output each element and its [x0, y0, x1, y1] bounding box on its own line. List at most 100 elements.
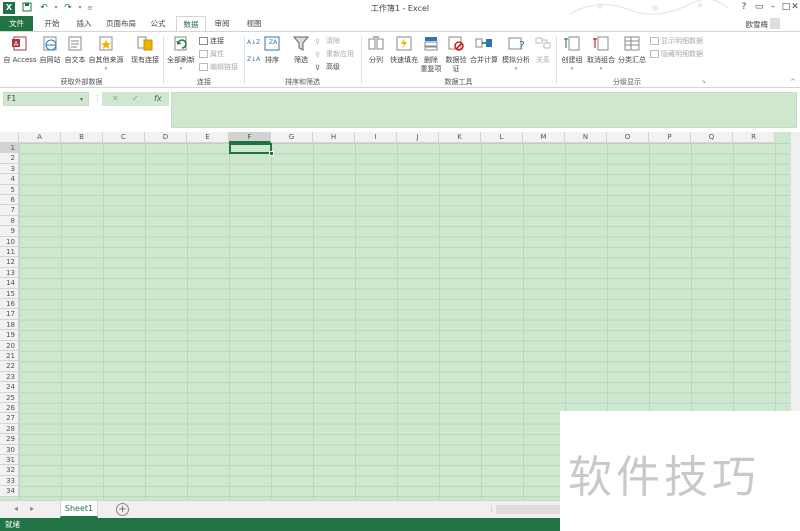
- reapply-button[interactable]: ⊽ 重新应用: [315, 49, 354, 59]
- collapse-ribbon-icon[interactable]: ^: [790, 78, 796, 86]
- edit-links-button[interactable]: 编辑链接: [199, 62, 238, 72]
- subtotal-button[interactable]: 分类汇总: [617, 35, 647, 65]
- row-header[interactable]: 13: [0, 267, 19, 279]
- row-header[interactable]: 3: [0, 163, 19, 175]
- from-access-button[interactable]: A 自 Access: [3, 35, 37, 65]
- avatar[interactable]: [770, 18, 780, 29]
- row-header[interactable]: 26: [0, 403, 19, 414]
- row-header[interactable]: 7: [0, 205, 19, 216]
- select-all-button[interactable]: [0, 132, 19, 143]
- column-header[interactable]: K: [439, 132, 481, 143]
- sort-za-button[interactable]: Z↓A: [247, 54, 260, 64]
- tab-view[interactable]: 视图: [240, 16, 268, 31]
- column-header[interactable]: R: [733, 132, 775, 143]
- column-header[interactable]: H: [313, 132, 355, 143]
- row-header[interactable]: 17: [0, 309, 19, 320]
- from-text-button[interactable]: 自文本: [63, 35, 87, 65]
- active-cell[interactable]: [229, 143, 272, 154]
- column-header[interactable]: P: [649, 132, 691, 143]
- filter-button[interactable]: 筛选: [290, 35, 312, 65]
- column-header[interactable]: L: [481, 132, 523, 143]
- sort-az-button[interactable]: A↓Z: [247, 37, 260, 47]
- row-header[interactable]: 22: [0, 361, 19, 372]
- row-header[interactable]: 34: [0, 486, 19, 497]
- column-header[interactable]: E: [187, 132, 229, 143]
- row-header[interactable]: 24: [0, 382, 19, 393]
- connections-button[interactable]: 连接: [199, 36, 224, 46]
- row-header[interactable]: 16: [0, 299, 19, 310]
- insert-function-icon[interactable]: fx: [154, 92, 162, 106]
- name-box[interactable]: F1: [3, 92, 89, 106]
- tab-review[interactable]: 审阅: [208, 16, 236, 31]
- minimize-icon[interactable]: –: [766, 1, 780, 14]
- refresh-all-button[interactable]: 全部刷新 ▾: [166, 35, 196, 74]
- advanced-button[interactable]: ⊽ 高级: [315, 62, 340, 72]
- row-header[interactable]: 6: [0, 195, 19, 206]
- row-header[interactable]: 9: [0, 226, 19, 237]
- add-sheet-icon[interactable]: +: [116, 503, 129, 516]
- row-header[interactable]: 31: [0, 455, 19, 466]
- column-header[interactable]: J: [397, 132, 439, 143]
- hide-detail-button[interactable]: 隐藏明细数据: [650, 49, 703, 59]
- relationships-button[interactable]: 关系: [533, 35, 553, 65]
- user-name[interactable]: 欧雪梅: [746, 19, 769, 30]
- row-header[interactable]: 10: [0, 236, 19, 247]
- row-header[interactable]: 29: [0, 434, 19, 445]
- row-header[interactable]: 21: [0, 351, 19, 362]
- row-header[interactable]: 11: [0, 247, 19, 258]
- horizontal-scrollbar[interactable]: [496, 505, 560, 514]
- tab-file[interactable]: 文件: [0, 16, 33, 31]
- flash-fill-button[interactable]: 快速填充: [389, 35, 419, 65]
- next-sheet-icon[interactable]: ▸: [30, 504, 34, 513]
- row-header[interactable]: 30: [0, 444, 19, 455]
- sheet-tab[interactable]: Sheet1: [60, 501, 98, 518]
- group-button[interactable]: 创建组 ▾: [559, 35, 585, 74]
- clear-button[interactable]: ⊽ 清除: [315, 36, 340, 46]
- from-other-sources-button[interactable]: 自其他来源 ▾: [88, 35, 124, 74]
- row-header[interactable]: 14: [0, 278, 19, 289]
- column-header[interactable]: D: [145, 132, 187, 143]
- row-header[interactable]: 8: [0, 215, 19, 227]
- column-header[interactable]: N: [565, 132, 607, 143]
- row-header[interactable]: 33: [0, 475, 19, 487]
- tab-splitter-icon[interactable]: ⋮: [488, 505, 495, 513]
- row-header[interactable]: 4: [0, 174, 19, 185]
- what-if-analysis-button[interactable]: ? 模拟分析 ▾: [500, 35, 532, 74]
- column-header[interactable]: C: [103, 132, 145, 143]
- formula-input[interactable]: [171, 92, 797, 128]
- column-header[interactable]: Q: [691, 132, 733, 143]
- ungroup-button[interactable]: 取消组合 ▾: [586, 35, 616, 74]
- row-header[interactable]: 25: [0, 392, 19, 403]
- tab-formulas[interactable]: 公式: [144, 16, 172, 31]
- existing-connections-button[interactable]: 现有连接: [128, 35, 162, 65]
- remove-duplicates-button[interactable]: 删除 重复项: [420, 35, 442, 74]
- cancel-icon[interactable]: ✕: [112, 92, 119, 106]
- tab-data[interactable]: 数据: [176, 16, 206, 31]
- column-header[interactable]: B: [61, 132, 103, 143]
- column-header[interactable]: G: [271, 132, 313, 143]
- column-header[interactable]: I: [355, 132, 397, 143]
- consolidate-button[interactable]: 合并计算: [469, 35, 499, 65]
- row-header[interactable]: 28: [0, 423, 19, 435]
- row-header[interactable]: 20: [0, 340, 19, 351]
- sort-button[interactable]: ZA 排序: [262, 35, 282, 65]
- data-validation-button[interactable]: 数据验 证: [444, 35, 468, 74]
- tab-page-layout[interactable]: 页面布局: [102, 16, 140, 31]
- text-to-columns-button[interactable]: 分列: [364, 35, 388, 65]
- properties-button[interactable]: 属性: [199, 49, 224, 59]
- ribbon-display-icon[interactable]: ▭: [752, 1, 766, 14]
- column-header[interactable]: F: [229, 132, 271, 143]
- dialog-launcher-icon[interactable]: ↘: [701, 78, 706, 85]
- tab-home[interactable]: 开始: [38, 16, 66, 31]
- column-header[interactable]: A: [19, 132, 61, 143]
- name-box-dropdown-icon[interactable]: ▾: [80, 96, 83, 103]
- tab-insert[interactable]: 插入: [70, 16, 98, 31]
- prev-sheet-icon[interactable]: ◂: [14, 504, 18, 513]
- fill-handle[interactable]: [269, 151, 274, 156]
- row-header[interactable]: 18: [0, 319, 19, 331]
- row-header[interactable]: 15: [0, 288, 19, 299]
- show-detail-button[interactable]: 显示明细数据: [650, 36, 703, 46]
- row-header[interactable]: 12: [0, 257, 19, 268]
- row-header[interactable]: 2: [0, 153, 19, 164]
- formula-bar-splitter-icon[interactable]: ⋮: [94, 94, 101, 102]
